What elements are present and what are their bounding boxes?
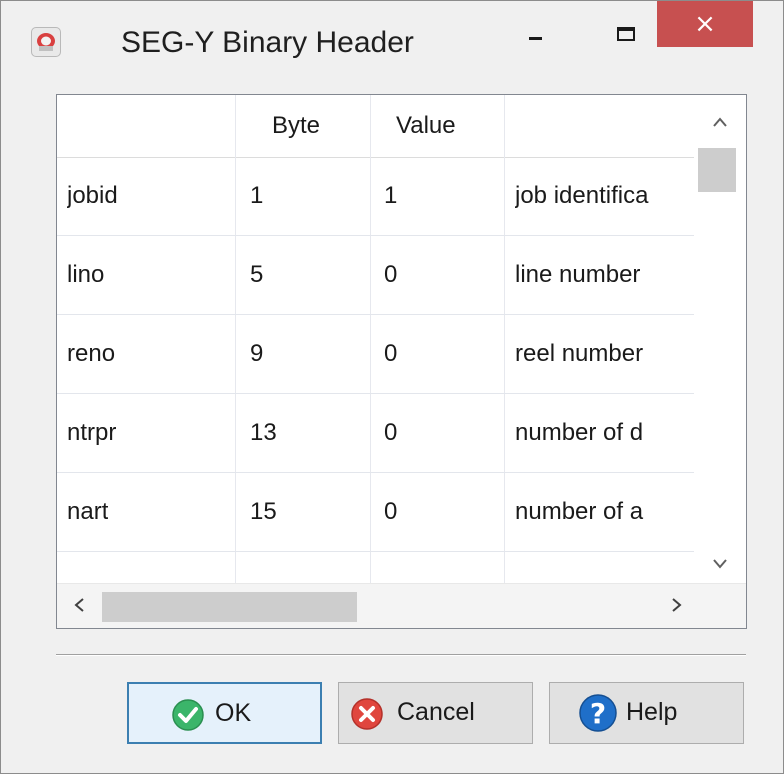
row-divider xyxy=(57,472,694,473)
cell-description: reel number xyxy=(515,340,644,367)
cell-byte: 15 xyxy=(250,498,277,525)
ok-button[interactable]: OK xyxy=(127,682,322,744)
cell-description: number of d xyxy=(515,419,644,446)
scroll-right-arrow-icon[interactable] xyxy=(667,594,687,618)
cancel-button[interactable]: Cancel xyxy=(338,682,533,744)
vertical-scroll-thumb[interactable] xyxy=(698,148,736,192)
cell-description: line number xyxy=(515,261,641,288)
dialog-content: Byte Value jobid 1 1 job identifica lino… xyxy=(10,89,774,765)
column-divider xyxy=(370,95,371,583)
svg-text:?: ? xyxy=(590,697,606,730)
scroll-corner xyxy=(694,583,746,628)
blue-question-icon: ? xyxy=(579,694,617,732)
cell-name: lino xyxy=(67,261,105,288)
column-divider xyxy=(235,95,236,583)
cell-name: jobid xyxy=(67,182,118,209)
binary-header-table-panel: Byte Value jobid 1 1 job identifica lino… xyxy=(56,94,747,629)
horizontal-scrollbar[interactable] xyxy=(57,583,694,628)
cell-byte: 5 xyxy=(250,261,264,288)
binary-header-table[interactable]: Byte Value jobid 1 1 job identifica lino… xyxy=(57,95,694,583)
cell-description: job identifica xyxy=(515,182,649,209)
row-divider xyxy=(57,235,694,236)
cancel-button-label: Cancel xyxy=(397,698,475,726)
row-divider xyxy=(57,551,694,552)
maximize-icon xyxy=(617,27,635,41)
cell-name: nart xyxy=(67,498,109,525)
column-header-value[interactable]: Value xyxy=(396,111,456,141)
help-button-label: Help xyxy=(626,698,678,726)
cell-description: number of a xyxy=(515,498,644,525)
red-x-icon xyxy=(351,698,383,730)
button-separator xyxy=(56,654,746,656)
cell-name: ntrpr xyxy=(67,419,117,446)
green-check-icon xyxy=(172,699,204,731)
close-button[interactable]: × xyxy=(657,1,753,47)
table-header: Byte Value xyxy=(57,95,694,158)
title-bar[interactable]: SEG-Y Binary Header × xyxy=(1,1,783,89)
scroll-down-arrow-icon[interactable] xyxy=(708,551,732,575)
scroll-up-arrow-icon[interactable] xyxy=(708,109,732,133)
help-button[interactable]: ? Help xyxy=(549,682,744,744)
cell-value: 0 xyxy=(384,340,398,367)
cell-value: 0 xyxy=(384,498,398,525)
column-divider xyxy=(504,95,505,583)
row-divider xyxy=(57,393,694,394)
row-divider xyxy=(57,314,694,315)
cell-value: 1 xyxy=(384,182,398,209)
minimize-icon xyxy=(529,37,542,40)
cell-name: reno xyxy=(67,340,116,367)
minimize-button[interactable] xyxy=(506,1,564,45)
scroll-left-arrow-icon[interactable] xyxy=(69,594,89,618)
cell-value: 0 xyxy=(384,261,398,288)
column-header-byte[interactable]: Byte xyxy=(272,111,320,141)
cell-byte: 1 xyxy=(250,182,264,209)
ok-button-label: OK xyxy=(215,699,252,727)
cell-value: 0 xyxy=(384,419,398,446)
close-icon: × xyxy=(694,9,716,39)
dialog-window: SEG-Y Binary Header × Byte Value jobid 1… xyxy=(0,0,784,774)
cell-byte: 9 xyxy=(250,340,264,367)
cell-byte: 13 xyxy=(250,419,277,446)
window-title: SEG-Y Binary Header xyxy=(121,26,414,59)
maximize-button[interactable] xyxy=(597,1,655,45)
vertical-scrollbar[interactable] xyxy=(694,95,746,583)
horizontal-scroll-thumb[interactable] xyxy=(102,592,357,622)
seismic-app-icon xyxy=(31,27,61,57)
